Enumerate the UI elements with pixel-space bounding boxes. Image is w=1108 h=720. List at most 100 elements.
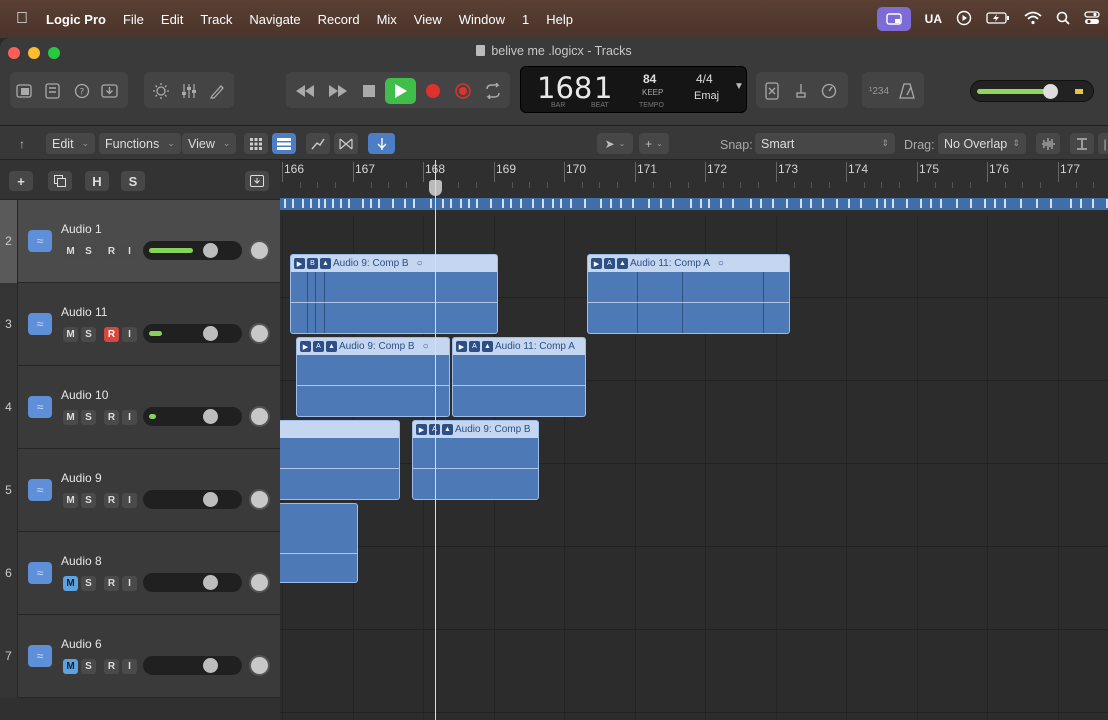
record-enable-button[interactable]: R [104, 493, 119, 508]
fader-knob[interactable] [203, 492, 218, 507]
automation-icon[interactable] [306, 133, 330, 154]
region-audio9-compb-1[interactable]: ▶ B ▲ Audio 9: Comp B ○ [290, 254, 498, 334]
mute-button[interactable]: M [63, 493, 78, 508]
inspector-icon[interactable] [42, 80, 64, 102]
solo-button[interactable]: S [81, 659, 96, 674]
region-audio11-compa-1[interactable]: ▶ A ▲ Audio 11: Comp A ○ [587, 254, 790, 334]
volume-fader[interactable] [143, 656, 242, 675]
audio-waveform-icon[interactable]: ≈ [28, 479, 52, 501]
fast-forward-button[interactable] [325, 80, 351, 102]
menu-file[interactable]: File [123, 12, 144, 27]
grid-view-icon[interactable] [244, 133, 268, 154]
menu-1[interactable]: 1 [522, 12, 529, 27]
pointer-tool-icon[interactable]: ➤ ⌄ [597, 133, 633, 154]
edit-menu[interactable]: Edit ⌄ [46, 133, 96, 154]
cycle-button[interactable] [482, 80, 504, 102]
apple-icon[interactable]:  [16, 10, 32, 28]
toolbar-icon[interactable] [99, 80, 121, 102]
pan-knob[interactable] [249, 240, 270, 261]
marker-track[interactable] [280, 198, 1108, 210]
input-monitor-button[interactable]: I [122, 493, 137, 508]
control-center-icon[interactable] [1084, 10, 1100, 28]
waveform-zoom-icon[interactable] [1036, 133, 1060, 154]
track-header[interactable]: 3 ≈ Audio 11 M S R I [0, 283, 280, 366]
drag-dropdown[interactable]: No Overlap ⇕ [938, 133, 1026, 154]
region-audio9-compb-2[interactable]: ▶ A ▲ Audio 9: Comp B ○ [296, 337, 450, 417]
capture-recording-button[interactable] [452, 80, 474, 102]
library-icon[interactable] [14, 80, 36, 102]
record-enable-button[interactable]: R [104, 244, 119, 259]
playhead[interactable] [435, 160, 436, 720]
menu-track[interactable]: Track [200, 12, 232, 27]
track-name[interactable]: Audio 8 [61, 554, 102, 568]
pan-knob[interactable] [249, 323, 270, 344]
master-volume-slider[interactable] [970, 80, 1094, 102]
arrange-area[interactable]: 166167168169170171172173174175176177 ▶ B… [280, 160, 1108, 720]
solo-global-button[interactable]: S [121, 171, 145, 191]
track-header[interactable]: 7 ≈ Audio 6 MSRI [0, 615, 280, 698]
mute-button[interactable]: M [63, 327, 78, 342]
metronome-icon[interactable] [896, 80, 918, 102]
track-name[interactable]: Audio 1 [61, 222, 102, 236]
play-button[interactable] [385, 78, 416, 104]
stop-button[interactable] [358, 80, 380, 102]
count-in-button[interactable]: ¹234 [866, 80, 892, 102]
input-monitor-button[interactable]: I [122, 244, 137, 259]
fader-knob[interactable] [203, 658, 218, 673]
track-header[interactable]: 6 ≈ Audio 8 MSRI [0, 532, 280, 615]
menu-logic-pro[interactable]: Logic Pro [46, 12, 106, 27]
mixer-icon[interactable] [178, 80, 200, 102]
region-audio9-compb-3[interactable]: ▶ A ▲ Audio 9: Comp B [412, 420, 539, 500]
volume-fader[interactable] [143, 407, 242, 426]
catch-playhead-icon[interactable] [368, 133, 395, 154]
editors-icon[interactable] [206, 80, 228, 102]
mute-button[interactable]: M [63, 244, 78, 259]
record-enable-button[interactable]: R [104, 659, 119, 674]
audio-waveform-icon[interactable]: ≈ [28, 562, 52, 584]
audio-waveform-icon[interactable]: ≈ [28, 396, 52, 418]
pencil-tool-icon[interactable]: + ⌄ [639, 133, 669, 154]
audio-waveform-icon[interactable]: ≈ [28, 313, 52, 335]
audio-waveform-icon[interactable]: ≈ [28, 230, 52, 252]
volume-fader[interactable] [143, 490, 242, 509]
autopunch-icon[interactable] [818, 80, 840, 102]
track-header[interactable]: 2 ≈ Audio 1 MSRI [0, 200, 280, 283]
input-monitor-button[interactable]: I [122, 410, 137, 425]
smart-controls-icon[interactable] [150, 80, 172, 102]
master-volume-knob[interactable] [1043, 84, 1058, 99]
solo-button[interactable]: S [81, 493, 96, 508]
menu-help[interactable]: Help [546, 12, 573, 27]
menu-edit[interactable]: Edit [161, 12, 183, 27]
vertical-zoom-icon[interactable] [1070, 133, 1094, 154]
solo-button[interactable]: S [81, 576, 96, 591]
more-icon[interactable]: | [1098, 133, 1108, 154]
track-name[interactable]: Audio 6 [61, 637, 102, 651]
fader-knob[interactable] [203, 575, 218, 590]
list-view-icon[interactable] [272, 133, 296, 154]
volume-fader[interactable] [143, 573, 242, 592]
snap-dropdown[interactable]: Smart ⇕ [755, 133, 895, 154]
input-monitor-button[interactable]: I [122, 659, 137, 674]
volume-fader[interactable] [143, 324, 242, 343]
input-monitor-button[interactable]: I [122, 327, 137, 342]
solo-button[interactable]: S [81, 327, 96, 342]
track-folder-icon[interactable] [245, 171, 269, 191]
lcd-display[interactable]: 168 1 BAR BEAT 84 KEEP TEMPO 4/4 Emaj ▼ [520, 66, 747, 113]
chevron-down-icon[interactable]: ▼ [734, 81, 744, 92]
bar-ruler[interactable]: 166167168169170171172173174175176177 [280, 160, 1108, 202]
mute-button[interactable]: M [63, 576, 78, 591]
fader-knob[interactable] [203, 243, 218, 258]
record-enable-button[interactable]: R [104, 327, 119, 342]
fader-knob[interactable] [203, 326, 218, 341]
duplicate-track-icon[interactable] [48, 171, 72, 191]
play-circle-icon[interactable] [956, 10, 972, 29]
track-header[interactable]: 5 ≈ Audio 9 MSRI [0, 449, 280, 532]
region-audio9-left[interactable] [280, 503, 358, 583]
track-header[interactable]: 4 ≈ Audio 10 M S R I [0, 366, 280, 449]
back-arrow-icon[interactable]: ↑ [10, 133, 34, 154]
hide-button[interactable]: H [85, 171, 109, 191]
quick-help-icon[interactable]: ? [71, 80, 93, 102]
track-name[interactable]: Audio 10 [61, 388, 108, 402]
pan-knob[interactable] [249, 572, 270, 593]
input-monitor-button[interactable]: I [122, 576, 137, 591]
